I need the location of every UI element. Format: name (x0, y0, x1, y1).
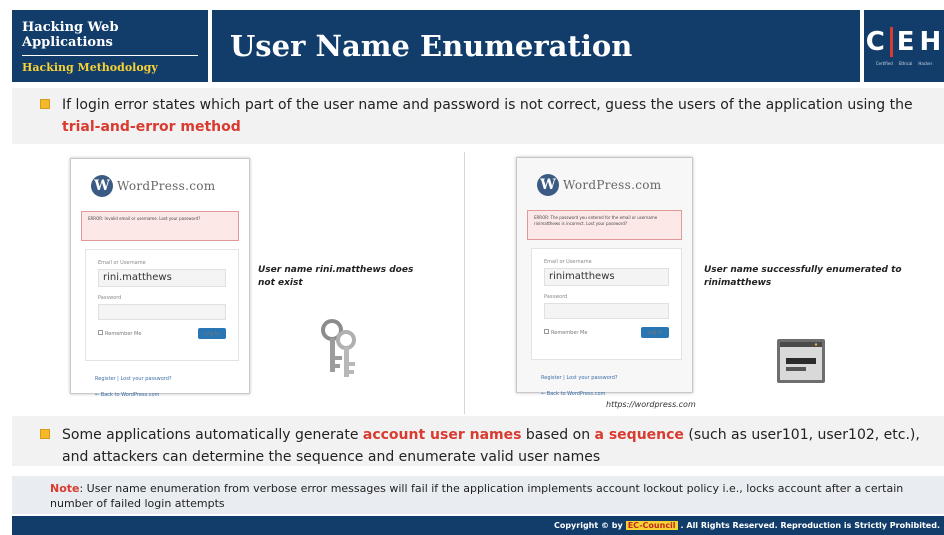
email-label: Email or Username (544, 259, 592, 265)
wordpress-logo-icon: W (91, 175, 113, 197)
login-screen-icon (777, 339, 825, 383)
bullet-2-highlight-2: a sequence (594, 427, 684, 443)
error-message: ERROR: The password you entered for the … (527, 210, 682, 240)
source-url: https://wordpress.com (606, 400, 696, 409)
bullet-marker (40, 99, 50, 109)
login-button: Log In (641, 327, 669, 338)
email-label: Email or Username (98, 260, 146, 266)
back-link: ← Back to WordPress.com (95, 392, 160, 398)
username-field: rini.matthews (98, 269, 226, 287)
slide-header: Hacking Web Applications Hacking Methodo… (0, 0, 944, 88)
caption-invalid-user: User name rini.matthews does not exist (258, 265, 414, 288)
logo-sub-2: Ethical (898, 60, 913, 66)
slide-title: User Name Enumeration (230, 29, 633, 63)
register-link: Register | Lost your password? (95, 376, 172, 382)
bullet-marker (40, 429, 50, 439)
note-box: Note: User name enumeration from verbose… (12, 476, 944, 514)
bullet-1: If login error states which part of the … (12, 94, 932, 138)
logo-sub-3: Hacker (918, 60, 933, 66)
course-block: Hacking Web Applications Hacking Methodo… (12, 10, 208, 82)
course-title: Hacking Web Applications (22, 20, 119, 50)
password-field (544, 303, 669, 319)
module-title: Hacking Methodology (22, 61, 158, 74)
logo-sub-1: Certified (875, 60, 893, 66)
logo-letter-h: H (919, 26, 943, 57)
wordpress-brand: WordPress.com (563, 178, 662, 192)
bullet-1-text: If login error states which part of the … (62, 97, 913, 113)
password-label: Password (98, 295, 122, 301)
wordpress-login-screenshot-valid: W WordPress.com ERROR: The password you … (516, 157, 693, 397)
slide-title-block: User Name Enumeration (212, 10, 860, 82)
remember-me: Remember Me (544, 329, 587, 336)
bullet-2: Some applications automatically generate… (12, 424, 932, 468)
note-text: : User name enumeration from verbose err… (50, 482, 904, 510)
keys-icon (321, 319, 356, 377)
ceh-logo: C E H Certified Ethical Hacker (864, 10, 944, 82)
password-field (98, 304, 226, 320)
register-link: Register | Lost your password? (541, 375, 618, 381)
logo-bar (889, 26, 893, 57)
copyright-prefix: Copyright © by (553, 521, 623, 530)
password-label: Password (544, 294, 568, 300)
checkbox-icon (544, 329, 549, 334)
caption-valid-user: User name successfully enumerated to rin… (704, 265, 902, 288)
error-message: ERROR: Invalid email or username. Lost y… (81, 211, 239, 241)
note-label: Note (50, 482, 80, 495)
copyright-footer: Copyright © by EC-Council . All Rights R… (12, 516, 944, 535)
login-form: Email or Username rini.matthews Password… (85, 249, 239, 361)
wordpress-brand: WordPress.com (117, 179, 216, 193)
remember-me: Remember Me (98, 330, 141, 337)
wordpress-logo-icon: W (537, 174, 559, 196)
bullet-1-highlight: trial-and-error method (62, 119, 241, 135)
copyright-suffix: . All Rights Reserved. Reproduction is S… (680, 521, 940, 530)
screenshot-divider (464, 152, 465, 414)
username-field: rinimatthews (544, 268, 669, 286)
bullet-2-highlight-1: account user names (362, 427, 522, 443)
login-button: Log In (198, 328, 226, 339)
wordpress-login-screenshot-invalid: W WordPress.com ERROR: Invalid email or … (70, 158, 250, 398)
login-form: Email or Username rinimatthews Password … (531, 248, 682, 360)
logo-letter-c: C (865, 26, 886, 57)
checkbox-icon (98, 330, 103, 335)
logo-letter-e: E (896, 26, 916, 57)
course-divider (22, 55, 198, 56)
ec-council-brand: EC-Council (625, 521, 678, 530)
